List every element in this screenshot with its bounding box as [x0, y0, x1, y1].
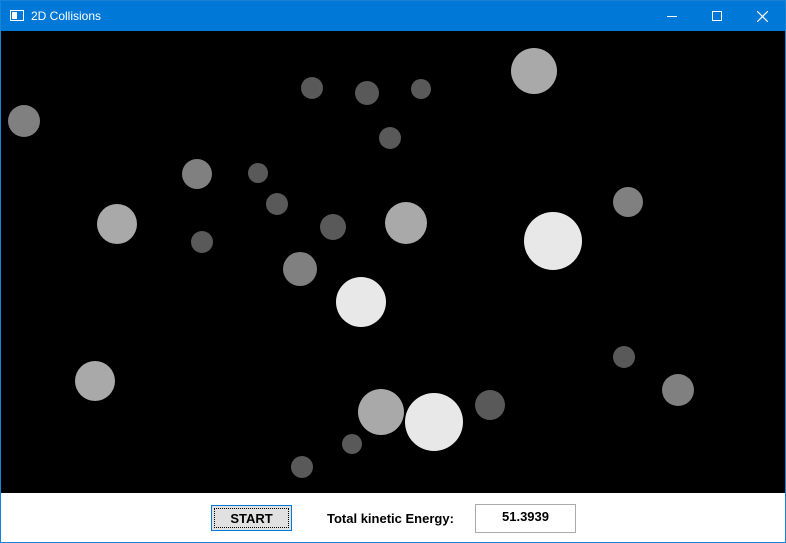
control-panel: START Total kinetic Energy: 51.3939 [1, 493, 785, 542]
ball [266, 193, 288, 215]
title-bar[interactable]: 2D Collisions [1, 1, 785, 31]
maximize-icon [712, 11, 722, 21]
ball [613, 346, 635, 368]
ball [182, 159, 212, 189]
ball [191, 231, 213, 253]
ball [97, 204, 137, 244]
window-title: 2D Collisions [31, 9, 102, 23]
start-button[interactable]: START [211, 505, 292, 531]
ball [248, 163, 268, 183]
ball [662, 374, 694, 406]
minimize-icon [667, 16, 677, 17]
ball [613, 187, 643, 217]
window-app-icon [10, 10, 24, 21]
ball [511, 48, 557, 94]
ball [8, 105, 40, 137]
app-window: 2D Collisions START Total kinetic Energy… [0, 0, 786, 543]
ball [342, 434, 362, 454]
kinetic-energy-value: 51.3939 [475, 504, 576, 533]
ball [405, 393, 463, 451]
ball [379, 127, 401, 149]
simulation-canvas [1, 31, 785, 493]
kinetic-energy-label: Total kinetic Energy: [327, 511, 454, 526]
maximize-button[interactable] [694, 1, 740, 31]
ball [385, 202, 427, 244]
close-button[interactable] [739, 1, 785, 31]
ball [411, 79, 431, 99]
ball [358, 389, 404, 435]
close-icon [756, 10, 768, 22]
ball [75, 361, 115, 401]
minimize-button[interactable] [649, 1, 695, 31]
ball [355, 81, 379, 105]
ball [301, 77, 323, 99]
ball [291, 456, 313, 478]
ball [475, 390, 505, 420]
ball [336, 277, 386, 327]
ball [283, 252, 317, 286]
ball [524, 212, 582, 270]
ball [320, 214, 346, 240]
ball-layer [8, 48, 694, 478]
